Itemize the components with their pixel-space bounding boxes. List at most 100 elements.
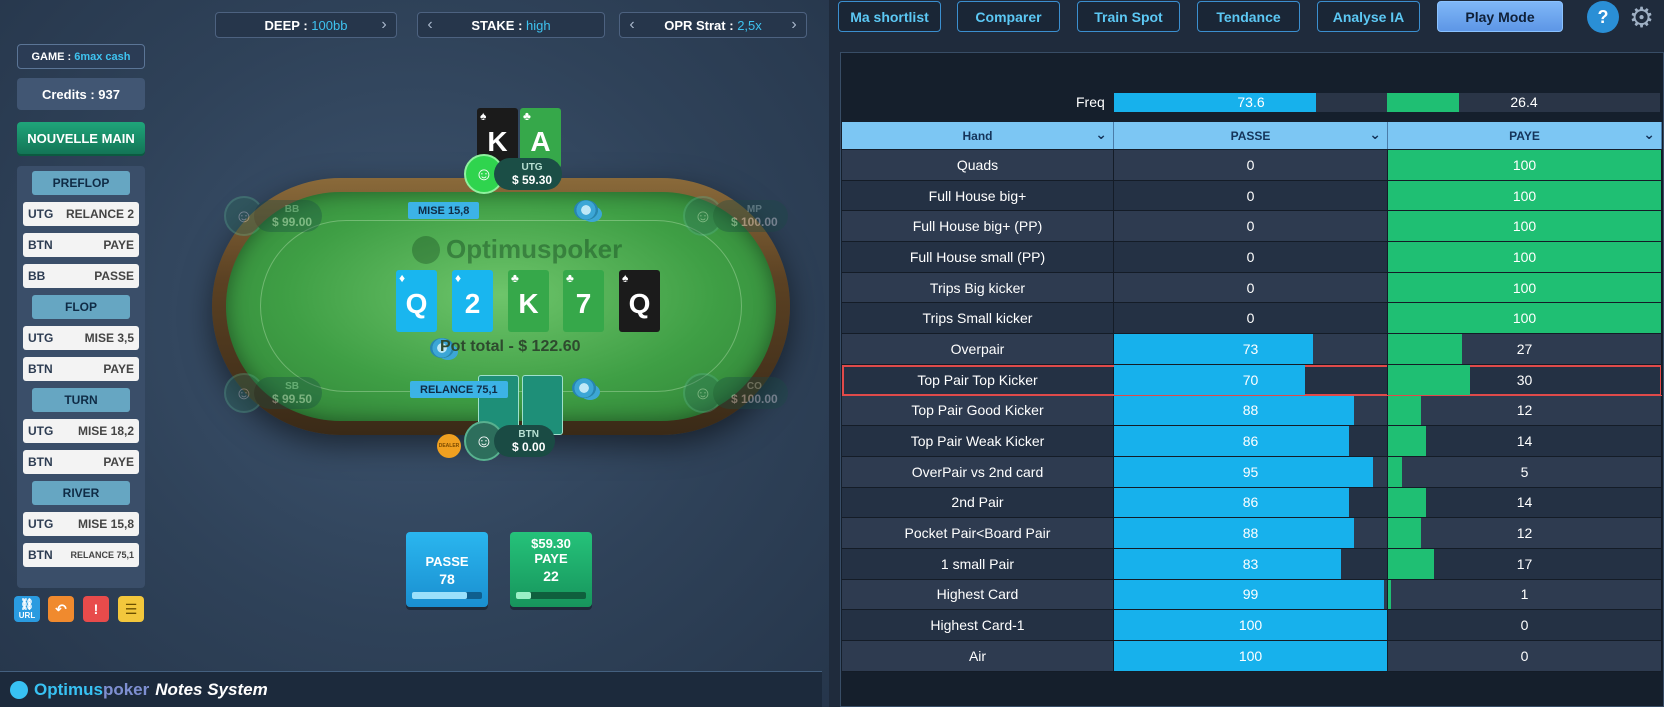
action-label: PAYE — [103, 238, 134, 252]
paye-value: 5 — [1520, 463, 1529, 480]
fold-button[interactable]: PASSE 78 — [406, 532, 488, 607]
table-row[interactable]: Full House small (PP) 0 100 — [842, 242, 1662, 273]
street-turn: TURN — [32, 388, 130, 412]
table-row[interactable]: 1 small Pair 83 17 — [842, 548, 1662, 580]
opr-strat-selector[interactable]: ‹ OPR Strat : 2,5x › — [619, 12, 807, 38]
passe-cell: 0 — [1114, 303, 1388, 334]
new-hand-button[interactable]: NOUVELLE MAIN — [17, 122, 145, 154]
table-logo: Optimuspoker — [412, 234, 622, 265]
credits-display: Credits : 937 — [17, 78, 145, 110]
seat-stack: $ 99.00 — [272, 215, 313, 229]
passe-value: 0 — [1246, 218, 1255, 235]
passe-cell: 99 — [1114, 579, 1388, 610]
game-label: GAME : — [31, 50, 72, 63]
chevron-left-icon[interactable]: ‹ — [418, 16, 442, 34]
board-card-4: ♣ 7 — [563, 270, 604, 332]
action-item: BB PASSE — [23, 264, 139, 288]
seat-stack: $ 100.00 — [731, 215, 778, 229]
btn-bet-chips-icon — [572, 378, 596, 398]
board-card-5: ♠ Q — [619, 270, 660, 332]
passe-value: 73 — [1242, 340, 1259, 357]
passe-value: 100 — [1238, 617, 1263, 634]
table-row[interactable]: Pocket Pair<Board Pair 88 12 — [842, 518, 1662, 549]
table-row[interactable]: Full House big+ (PP) 0 100 — [842, 211, 1662, 243]
link-url-button[interactable]: ⛓ URL — [14, 596, 40, 622]
chevron-left-icon[interactable]: ‹ — [620, 16, 644, 34]
hand-category: Trips Big kicker — [842, 272, 1114, 303]
table-row[interactable]: Full House big+ 0 100 — [842, 180, 1662, 212]
help-icon[interactable]: ? — [1587, 1, 1619, 33]
paye-cell: 14 — [1388, 487, 1662, 518]
action-position: BTN — [28, 238, 53, 252]
stake-selector[interactable]: ‹ STAKE : high — [417, 12, 605, 38]
notes-system-bar[interactable]: Optimus poker Notes System — [0, 671, 822, 707]
nav-tendance[interactable]: Tendance — [1197, 1, 1300, 32]
col-hand[interactable]: Hand ⌄ — [842, 122, 1114, 149]
nav-train-spot[interactable]: Train Spot — [1077, 1, 1180, 32]
seat-sb: ☺ SB $ 99.50 — [224, 373, 323, 413]
board-card-2: ♦ 2 — [452, 270, 493, 332]
action-position: UTG — [28, 424, 54, 438]
table-row[interactable]: Quads 0 100 — [842, 150, 1662, 181]
paye-value: 27 — [1516, 340, 1533, 357]
robot-logo-icon — [10, 680, 28, 699]
freq-paye-fill — [1387, 93, 1460, 112]
notes-button[interactable]: ☰ — [118, 596, 144, 622]
passe-cell: 73 — [1114, 334, 1388, 364]
freq-label: Freq — [1076, 94, 1105, 110]
nav-analyse-ia[interactable]: Analyse IA — [1317, 1, 1420, 32]
alert-button[interactable]: ! — [83, 596, 109, 622]
call-button[interactable]: $59.30 PAYE 22 — [510, 532, 592, 607]
paye-value: 14 — [1516, 494, 1533, 511]
nav-shortlist[interactable]: Ma shortlist — [838, 1, 941, 32]
street-flop: FLOP — [32, 295, 130, 319]
paye-cell: 17 — [1388, 548, 1662, 579]
call-frequency-fill — [516, 592, 532, 599]
table-row[interactable]: Highest Card-1 100 0 — [842, 610, 1662, 641]
undo-button[interactable]: ↶ — [48, 596, 74, 622]
paye-cell: 100 — [1388, 303, 1662, 334]
action-position: BTN — [28, 548, 53, 562]
card-rank: Q — [405, 288, 428, 319]
passe-value: 100 — [1238, 647, 1263, 664]
game-type-badge: GAME : 6max cash — [17, 44, 145, 69]
table-row[interactable]: Top Pair Good Kicker 88 12 — [842, 395, 1662, 427]
brand-poker: poker — [102, 679, 150, 699]
chevron-down-icon[interactable]: ⌄ — [1369, 126, 1381, 143]
passe-value: 0 — [1246, 156, 1255, 173]
seat-bb: ☺ BB $ 99.00 — [224, 196, 323, 236]
chevron-right-icon[interactable]: › — [372, 16, 396, 34]
gear-icon[interactable]: ⚙ — [1629, 1, 1654, 34]
nav-comparer[interactable]: Comparer — [957, 1, 1060, 32]
table-row[interactable]: Trips Big kicker 0 100 — [842, 272, 1662, 304]
paye-value: 12 — [1516, 402, 1533, 419]
nav-play-mode[interactable]: Play Mode — [1437, 1, 1563, 32]
pot-total: Pot total - $ 122.60 — [440, 338, 581, 355]
chevron-right-icon[interactable]: › — [782, 16, 806, 34]
hand-category: Air — [842, 641, 1114, 671]
table-row[interactable]: Highest Card 99 1 — [842, 579, 1662, 611]
board-card-3: ♣ K — [508, 270, 549, 332]
col-paye[interactable]: PAYE ⌄ — [1388, 122, 1662, 149]
table-row[interactable]: 2nd Pair 86 14 — [842, 487, 1662, 519]
chevron-down-icon[interactable]: ⌄ — [1095, 126, 1107, 143]
col-passe[interactable]: PASSE ⌄ — [1114, 122, 1388, 149]
paye-value: 100 — [1512, 248, 1537, 265]
alert-icon: ! — [93, 601, 99, 617]
paye-cell: 100 — [1388, 150, 1662, 180]
stake-value: high — [526, 17, 551, 33]
table-row[interactable]: Overpair 73 27 — [842, 334, 1662, 365]
col-hand-label: Hand — [962, 128, 993, 143]
table-row[interactable]: Trips Small kicker 0 100 — [842, 303, 1662, 335]
table-row[interactable]: Top Pair Top Kicker 70 30 — [842, 364, 1662, 396]
action-item: BTN PAYE — [23, 450, 139, 474]
passe-value: 0 — [1246, 310, 1255, 327]
table-row[interactable]: OverPair vs 2nd card 95 5 — [842, 456, 1662, 488]
deep-selector[interactable]: DEEP : 100bb › — [215, 12, 397, 38]
table-row[interactable]: Top Pair Weak Kicker 86 14 — [842, 426, 1662, 457]
seat-mp: ☺ MP $ 100.00 — [683, 196, 788, 236]
passe-cell: 0 — [1114, 211, 1388, 242]
table-row[interactable]: Air 100 0 — [842, 641, 1662, 672]
chevron-down-icon[interactable]: ⌄ — [1643, 126, 1655, 143]
passe-cell: 0 — [1114, 180, 1388, 211]
